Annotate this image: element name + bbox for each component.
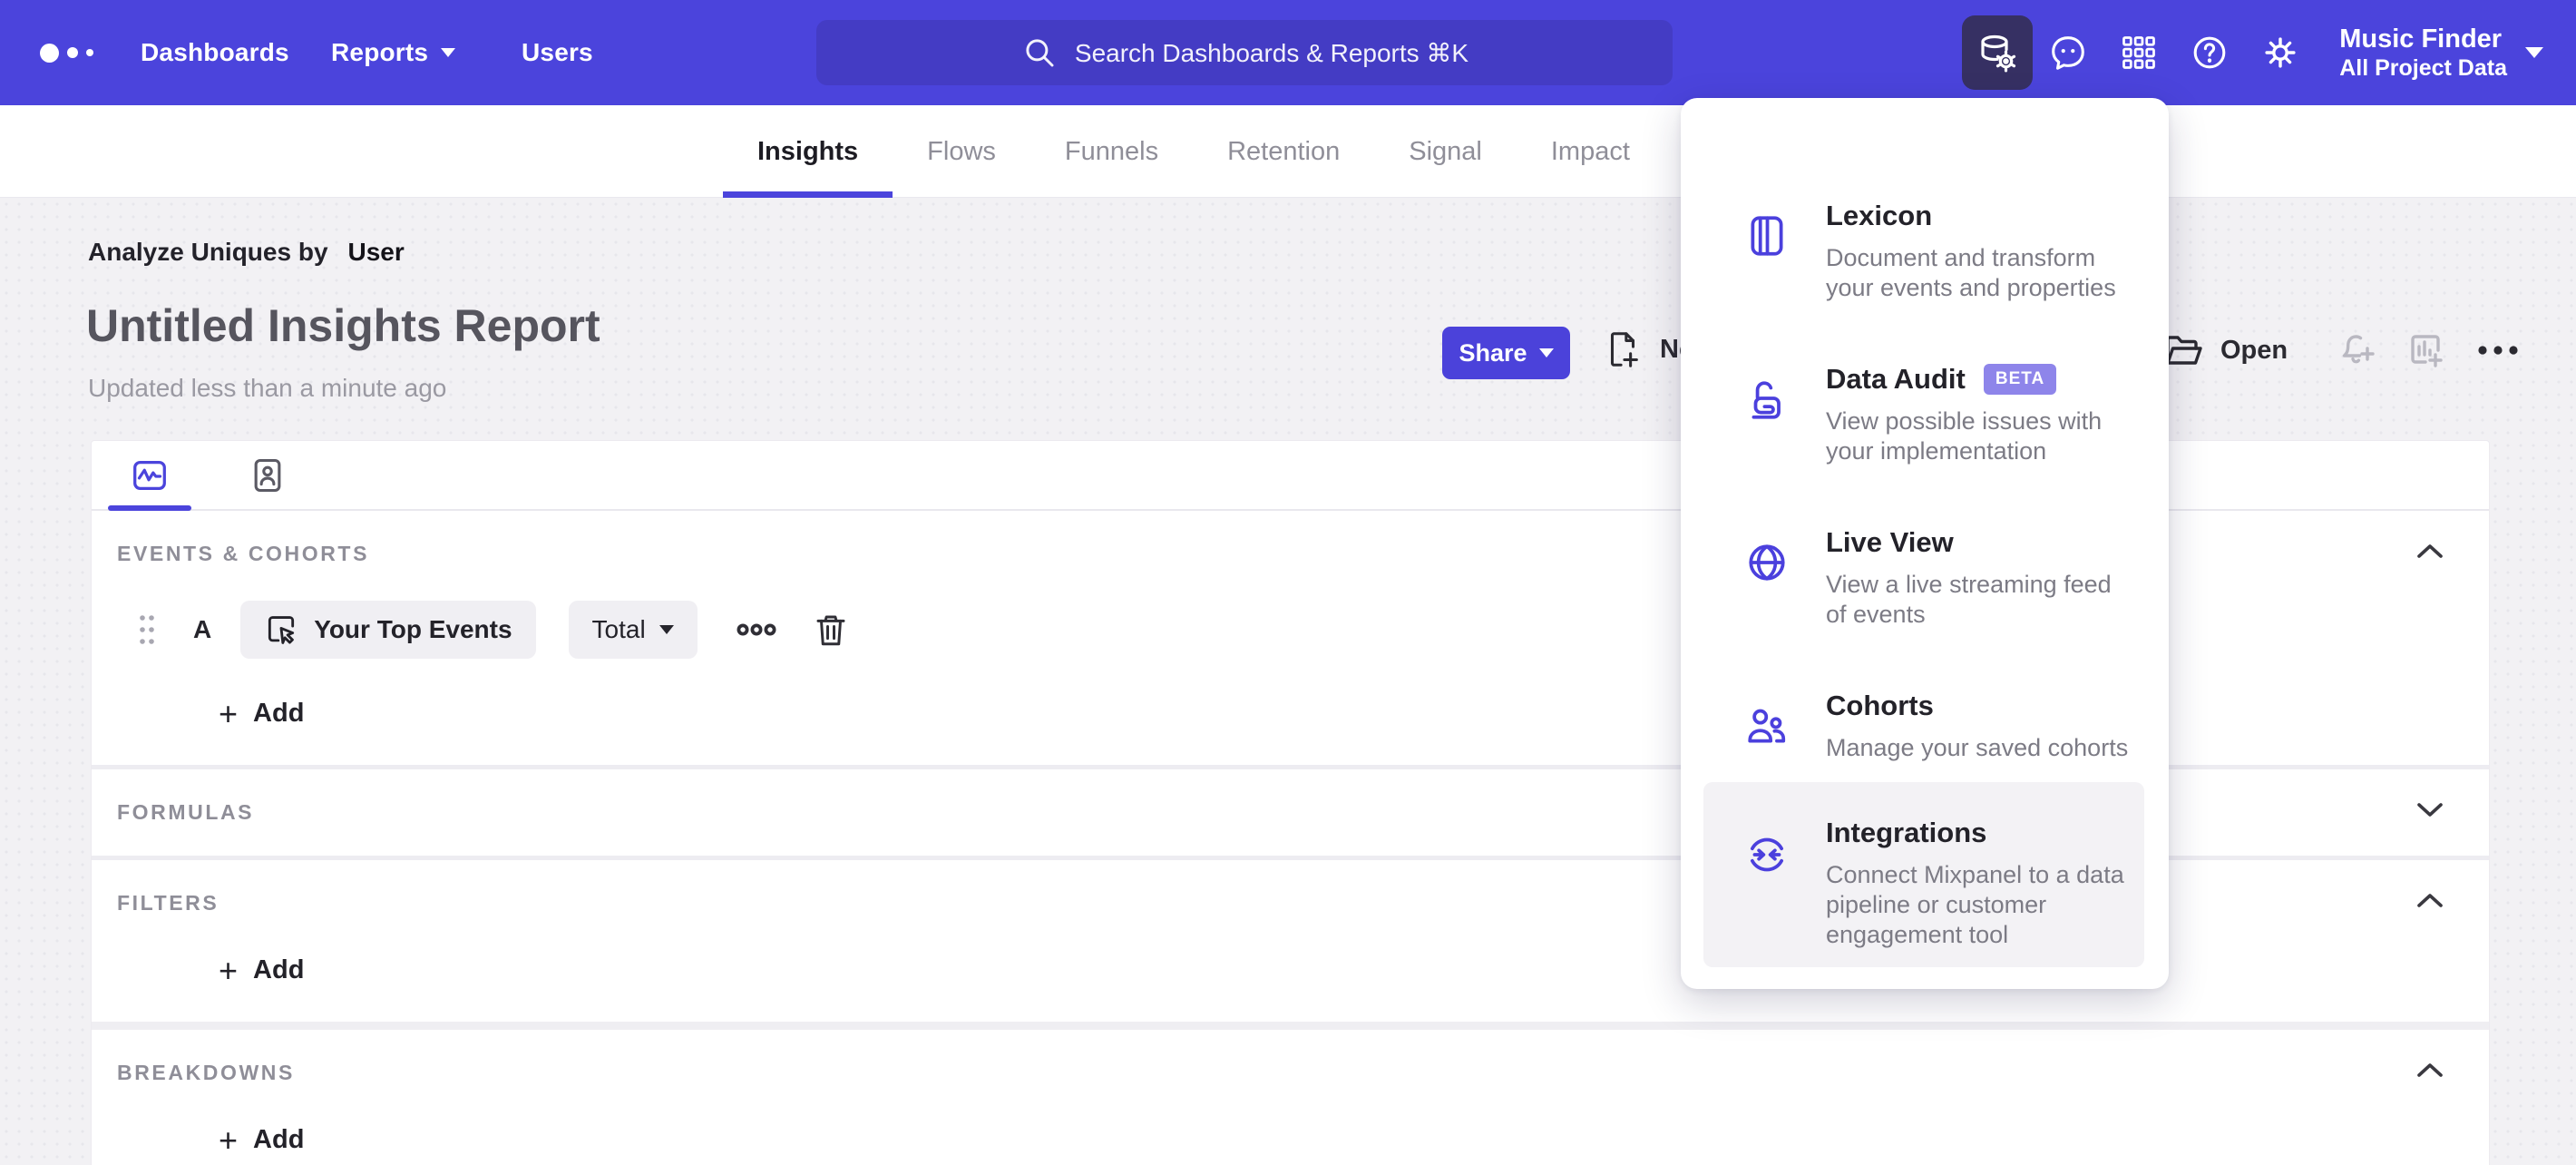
help-button[interactable] [2174,15,2245,90]
app-screen: Dashboards Reports Users Search Dashboar… [0,0,2576,1165]
nav-icon-group: Music Finder All Project Data [1962,0,2576,105]
divider [92,1022,2489,1030]
share-button[interactable]: Share [1442,327,1570,379]
chevron-down-icon [2525,47,2543,58]
analyze-entity-button[interactable]: User [348,238,405,266]
mixpanel-logo-icon[interactable] [40,0,103,105]
integrations-sync-icon [1744,832,1790,877]
event-click-icon [264,612,298,647]
plus-icon: + [219,694,239,732]
chevron-down-icon [1538,348,1554,357]
tab-flows[interactable]: Flows [893,105,1030,198]
project-switcher[interactable]: Music Finder All Project Data [2339,24,2543,82]
folder-open-icon [2162,328,2206,372]
analyze-line: Analyze Uniques by User [88,238,405,266]
tab-users-builder[interactable] [226,441,309,509]
help-icon [2189,32,2230,73]
menu-item-live-view[interactable]: Live View View a live streaming feed of … [1703,479,2144,664]
gear-icon [2259,32,2301,73]
aggregation-select-button[interactable]: Total [568,601,698,659]
create-alert-button[interactable] [2335,328,2378,372]
delete-row-button[interactable] [812,610,850,650]
new-report-button[interactable]: Ne [1602,328,1693,370]
globe-icon [1744,540,1790,585]
beta-badge: BETA [1983,364,2057,395]
report-tabbar: Insights Flows Funnels Retention Signal … [0,105,2576,198]
menu-item-lexicon[interactable]: Lexicon Document and transform your even… [1703,152,2144,338]
feedback-button[interactable] [2033,15,2103,90]
search-input[interactable]: Search Dashboards & Reports ⌘K [816,20,1673,85]
lexicon-book-icon [1744,213,1790,259]
tab-retention[interactable]: Retention [1193,105,1374,198]
tab-events-builder[interactable] [108,441,191,511]
tab-signal[interactable]: Signal [1374,105,1517,198]
plus-icon: + [219,1121,239,1159]
more-actions-button[interactable] [2474,328,2522,372]
add-to-board-button[interactable] [2404,328,2447,372]
top-nav: Dashboards Reports Users Search Dashboar… [0,0,2576,105]
plus-icon: + [219,951,239,989]
cohorts-people-icon [1744,703,1790,749]
open-button[interactable]: Open [2162,328,2288,372]
collapse-filters-button[interactable] [2409,884,2451,916]
series-letter: A [193,615,212,643]
add-breakdown-button[interactable]: + Add [219,1121,2447,1159]
document-plus-icon [1602,328,1644,370]
grid-icon [2119,33,2159,73]
board-plus-icon [2404,328,2447,372]
section-breakdowns: BREAKDOWNS + Add [92,1030,2489,1159]
tab-funnels[interactable]: Funnels [1030,105,1193,198]
nav-users[interactable]: Users [522,0,593,105]
header-actions: Open [2162,328,2522,372]
event-select-button[interactable]: Your Top Events [240,601,536,659]
user-card-icon [248,455,288,495]
project-scope: All Project Data [2339,55,2507,81]
page-title[interactable]: Untitled Insights Report [86,299,600,352]
chevron-down-icon [659,625,674,634]
drag-handle-icon[interactable] [137,612,157,648]
section-breakdowns-label: BREAKDOWNS [117,1061,295,1084]
row-options-button[interactable] [736,616,777,643]
updated-status: Updated less than a minute ago [88,374,447,402]
chevron-down-icon [441,48,456,57]
nav-reports[interactable]: Reports [331,0,456,105]
collapse-events-button[interactable] [2409,534,2451,567]
search-icon [1020,34,1059,72]
nav-dashboards[interactable]: Dashboards [141,0,289,105]
chart-pulse-icon [129,455,171,496]
ellipsis-icon [2474,328,2522,372]
data-management-button[interactable] [1962,15,2034,90]
chat-bubble-icon [2047,32,2089,73]
menu-item-data-audit[interactable]: Data Audit BETA View possible issues with… [1703,316,2144,501]
project-name: Music Finder [2339,24,2503,54]
expand-formulas-button[interactable] [2409,793,2451,826]
apps-grid-button[interactable] [2103,15,2174,90]
bell-plus-icon [2335,328,2378,372]
collapse-breakdowns-button[interactable] [2409,1053,2451,1086]
data-management-menu: Lexicon Document and transform your even… [1681,98,2169,989]
menu-item-integrations[interactable]: Integrations Connect Mixpanel to a data … [1703,782,2144,967]
database-gear-icon [1976,31,2019,74]
settings-button[interactable] [2245,15,2316,90]
tab-impact[interactable]: Impact [1517,105,1664,198]
tab-insights[interactable]: Insights [723,105,893,198]
data-audit-lock-icon [1744,377,1790,422]
